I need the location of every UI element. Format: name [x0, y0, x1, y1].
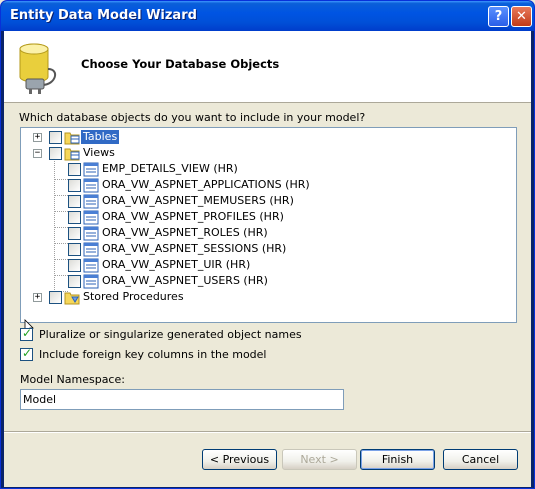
view-icon — [83, 178, 99, 193]
tree-node-view[interactable]: ORA_VW_ASPNET_PROFILES (HR) — [100, 210, 286, 224]
tree-node-view[interactable]: ORA_VW_ASPNET_ROLES (HR) — [100, 226, 270, 240]
wizard-banner: Choose Your Database Objects — [4, 31, 531, 103]
next-button[interactable]: Next > — [282, 449, 357, 470]
view-icon — [83, 162, 99, 177]
tree-line — [54, 243, 68, 244]
procedures-expander[interactable]: + — [33, 293, 42, 302]
procedures-checkbox[interactable] — [49, 291, 62, 304]
tree-node-view[interactable]: EMP_DETAILS_VIEW (HR) — [100, 162, 240, 176]
view-item-checkbox[interactable] — [68, 243, 81, 256]
close-button[interactable]: ✕ — [511, 6, 532, 27]
wizard-body: Choose Your Database Objects Which datab… — [4, 31, 531, 487]
view-item-checkbox[interactable] — [68, 179, 81, 192]
view-item-checkbox[interactable] — [68, 259, 81, 272]
tree-node-view[interactable]: ORA_VW_ASPNET_APPLICATIONS (HR) — [100, 178, 312, 192]
view-icon — [83, 242, 99, 257]
pluralize-label: Pluralize or singularize generated objec… — [39, 328, 302, 341]
tree-node-tables[interactable]: Tables — [81, 130, 120, 144]
foreign-keys-label: Include foreign key columns in the model — [39, 348, 267, 361]
view-item-checkbox[interactable] — [68, 163, 81, 176]
namespace-label: Model Namespace: — [20, 373, 125, 386]
tables-folder-icon — [64, 132, 80, 145]
views-expander[interactable]: − — [33, 149, 42, 158]
tree-line — [54, 152, 55, 298]
tree-node-views[interactable]: Views — [81, 146, 117, 160]
views-folder-icon — [64, 148, 80, 161]
tree-node-stored-procedures[interactable]: Stored Procedures — [81, 290, 186, 304]
tree-line — [54, 275, 68, 276]
database-plug-icon — [19, 43, 57, 94]
view-icon — [83, 226, 99, 241]
previous-button[interactable]: < Previous — [202, 449, 277, 470]
views-checkbox[interactable] — [49, 147, 62, 160]
view-item-checkbox[interactable] — [68, 211, 81, 224]
database-objects-tree[interactable]: + Tables − Views EMP_DETAILS_VIEW (HR) O… — [20, 127, 517, 323]
page-title: Choose Your Database Objects — [81, 57, 280, 71]
title-bar[interactable]: Entity Data Model Wizard ? ✕ — [1, 1, 534, 31]
tree-line — [54, 211, 68, 212]
foreign-keys-option[interactable]: Include foreign key columns in the model — [20, 346, 267, 361]
procedures-folder-icon — [64, 292, 80, 305]
help-button[interactable]: ? — [488, 6, 509, 27]
tree-line — [54, 179, 68, 180]
view-icon — [83, 258, 99, 273]
view-icon — [83, 194, 99, 209]
button-separator — [4, 431, 531, 433]
tables-expander[interactable]: + — [33, 133, 42, 142]
view-icon — [83, 210, 99, 225]
wizard-window: Entity Data Model Wizard ? ✕ Choose Your… — [0, 0, 535, 489]
view-item-checkbox[interactable] — [68, 227, 81, 240]
objects-question-label: Which database objects do you want to in… — [19, 111, 366, 124]
view-item-checkbox[interactable] — [68, 275, 81, 288]
tables-checkbox[interactable] — [49, 131, 62, 144]
tree-node-view[interactable]: ORA_VW_ASPNET_USERS (HR) — [100, 274, 270, 288]
tree-node-view[interactable]: ORA_VW_ASPNET_MEMUSERS (HR) — [100, 194, 296, 208]
cancel-button[interactable]: Cancel — [443, 449, 518, 470]
foreign-keys-checkbox[interactable] — [20, 346, 33, 361]
pluralize-checkbox[interactable] — [20, 326, 33, 341]
finish-button[interactable]: Finish — [360, 449, 435, 470]
view-item-checkbox[interactable] — [68, 195, 81, 208]
view-icon — [83, 274, 99, 289]
tree-line — [54, 195, 68, 196]
pluralize-option[interactable]: Pluralize or singularize generated objec… — [20, 326, 302, 341]
tree-node-view[interactable]: ORA_VW_ASPNET_SESSIONS (HR) — [100, 242, 288, 256]
tree-line — [54, 259, 68, 260]
tree-line — [54, 227, 68, 228]
window-title: Entity Data Model Wizard — [10, 8, 197, 23]
namespace-input[interactable] — [20, 389, 344, 410]
tree-node-view[interactable]: ORA_VW_ASPNET_UIR (HR) — [100, 258, 252, 272]
